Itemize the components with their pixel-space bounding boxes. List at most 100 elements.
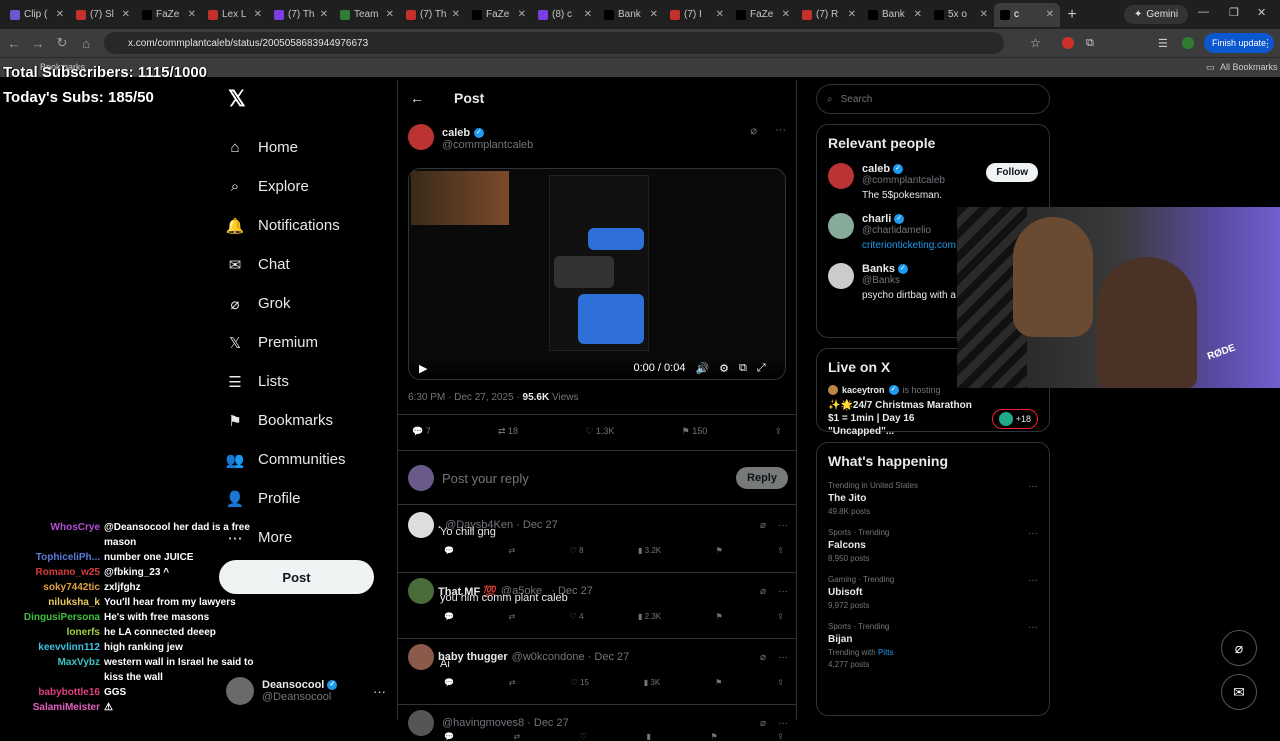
more-dots-icon[interactable]: ··· [373, 684, 386, 699]
reply-icon[interactable]: 💬 [444, 546, 454, 555]
avatar[interactable] [408, 710, 434, 736]
person-caleb[interactable]: caleb ✓ @commplantcaleb The 5$pokesman. Fol… [828, 163, 1038, 201]
like-action[interactable]: ♡ 4 [570, 612, 584, 621]
more-dots-icon[interactable]: ··· [778, 652, 788, 663]
share-icon[interactable]: ⇪ [774, 426, 782, 437]
bookmark-icon[interactable]: ⚑ [716, 546, 723, 555]
home-browser-icon[interactable]: ⌂ [74, 36, 98, 51]
close-window-icon[interactable]: ✕ [1257, 6, 1266, 19]
author-handle[interactable]: @commplantcaleb [442, 139, 533, 151]
puzzle-icon[interactable]: ⧉ [1086, 37, 1094, 50]
avatar[interactable] [408, 512, 434, 538]
views-action[interactable]: ▮ 3K [644, 678, 660, 687]
restore-icon[interactable]: ❐ [1229, 6, 1239, 19]
browser-tab[interactable]: (7) I ✕ [664, 3, 730, 27]
gear-icon[interactable]: ⚙ [719, 362, 729, 375]
play-icon[interactable]: ▶ [419, 362, 427, 375]
close-tab-icon[interactable]: ✕ [980, 9, 988, 20]
star-icon[interactable]: ☆ [1030, 36, 1041, 50]
more-dots-icon[interactable]: ··· [1028, 575, 1038, 610]
sidepanel-icon[interactable]: ☰ [1158, 37, 1168, 50]
browser-tab[interactable]: Clip (✕ [4, 3, 70, 27]
close-tab-icon[interactable]: ✕ [320, 9, 328, 20]
more-dots-icon[interactable]: ··· [778, 718, 788, 729]
reply-icon[interactable]: 💬 [444, 732, 454, 741]
close-tab-icon[interactable]: ✕ [1046, 9, 1054, 20]
like-action[interactable]: ♡ 15 [571, 678, 589, 687]
avatar[interactable] [408, 644, 434, 670]
more-dots-icon[interactable]: ··· [778, 520, 788, 531]
browser-tab[interactable]: FaZe ✕ [730, 3, 796, 27]
reply-icon[interactable]: 💬 [444, 678, 454, 687]
volume-icon[interactable]: 🔊 [695, 362, 709, 375]
browser-tab[interactable]: FaZe ✕ [136, 3, 202, 27]
repost-icon[interactable]: ⇄ [508, 612, 515, 621]
avatar[interactable] [1182, 37, 1194, 49]
share-icon[interactable]: ⇪ [777, 612, 784, 621]
back-arrow-icon[interactable]: ← [410, 90, 424, 106]
reply-action[interactable]: 💬 7 [412, 426, 431, 437]
reload-icon[interactable]: ↻ [50, 35, 74, 51]
close-tab-icon[interactable]: ✕ [254, 9, 262, 20]
trend-item[interactable]: Sports · Trending Bijan Trending with Pitt… [828, 622, 1038, 669]
nav-item-lists[interactable]: ☰ Lists [226, 362, 396, 401]
more-dots-icon[interactable]: ··· [1028, 528, 1038, 563]
follow-button[interactable]: Follow [986, 163, 1038, 182]
grok-icon[interactable]: ⌀ [760, 718, 766, 729]
close-tab-icon[interactable]: ✕ [650, 9, 658, 20]
nav-item-home[interactable]: ⌂ Home [226, 128, 396, 167]
nav-item-explore[interactable]: ⌕ Explore [226, 167, 396, 206]
bookmark-icon[interactable]: ⚑ [716, 612, 723, 621]
browser-tab[interactable]: (7) Th ✕ [400, 3, 466, 27]
views-action[interactable]: ▮ [647, 732, 651, 741]
repost-icon[interactable]: ⇄ [509, 678, 516, 687]
grok-icon[interactable]: ⌀ [760, 652, 766, 663]
close-tab-icon[interactable]: ✕ [56, 9, 64, 20]
reply-handle[interactable]: @w0kcondone · Dec 27 [512, 651, 630, 663]
close-tab-icon[interactable]: ✕ [518, 9, 526, 20]
reply-post[interactable]: . @Daysb4Ken · Dec 27 ⌀ ··· Yo chill gng 💬 ⇄ ♡ … [408, 512, 788, 555]
avatar[interactable] [828, 213, 854, 239]
author-name[interactable]: caleb [442, 127, 470, 139]
reply-input[interactable]: Post your reply [442, 471, 529, 486]
bookmark-icon[interactable]: ⚑ [711, 732, 718, 741]
extension-icon[interactable] [1062, 37, 1074, 49]
nav-item-chat[interactable]: ✉ Chat [226, 245, 396, 284]
close-tab-icon[interactable]: ✕ [386, 9, 394, 20]
reply-handle[interactable]: @havingmoves8 · Dec 27 [442, 717, 569, 729]
like-action[interactable]: ♡ 1.3K [585, 426, 614, 437]
avatar[interactable] [408, 124, 434, 150]
avatar[interactable] [408, 578, 434, 604]
reply-post[interactable]: That MF 💯 @a5oke_ · Dec 27 ⌀ ··· you him com… [408, 578, 788, 621]
avatar[interactable] [828, 263, 854, 289]
more-dots-icon[interactable]: ··· [778, 586, 788, 597]
new-tab-icon[interactable]: + [1060, 6, 1084, 24]
bookmark-icon[interactable]: ⚑ [715, 678, 722, 687]
grok-icon[interactable]: ⌀ [750, 124, 757, 137]
views-action[interactable]: ▮ 2.3K [638, 612, 661, 621]
views-action[interactable]: ▮ 3.2K [638, 546, 661, 555]
reply-post[interactable]: @havingmoves8 · Dec 27 ⌀ ··· 💬 ⇄ ♡ ▮ ⚑ ⇪ [408, 710, 788, 741]
browser-tab[interactable]: Bank ✕ [862, 3, 928, 27]
reply-button[interactable]: Reply [736, 467, 788, 489]
fullscreen-icon[interactable]: ⤢ [757, 362, 766, 375]
nav-item-premium[interactable]: 𝕏 Premium [226, 323, 396, 362]
like-action[interactable]: ♡ 8 [570, 546, 584, 555]
browser-tab[interactable]: (7) Sl ✕ [70, 3, 136, 27]
browser-tab[interactable]: (7) Th ✕ [268, 3, 334, 27]
trend-item[interactable]: Sports · Trending Falcons 8,950 posts ··· [828, 528, 1038, 563]
repost-action[interactable]: ⇄ 18 [498, 426, 518, 437]
live-listeners[interactable]: +18 [991, 408, 1038, 429]
browser-tab[interactable]: FaZe ✕ [466, 3, 532, 27]
minimize-icon[interactable]: — [1198, 6, 1209, 18]
pip-icon[interactable]: ⧉ [739, 362, 747, 375]
messages-float-icon[interactable]: ✉ [1221, 674, 1257, 710]
nav-item-notifications[interactable]: 🔔 Notifications [226, 206, 396, 245]
forward-icon[interactable]: → [26, 36, 50, 51]
reply-icon[interactable]: 💬 [444, 612, 454, 621]
search-input[interactable]: ⌕ Search [816, 84, 1050, 114]
more-dots-icon[interactable]: ··· [1028, 622, 1038, 669]
repost-icon[interactable]: ⇄ [514, 732, 521, 741]
reply-post[interactable]: baby thugger @w0kcondone · Dec 27 ⌀ ··· Ai 💬 ⇄… [408, 644, 788, 687]
share-icon[interactable]: ⇪ [777, 732, 784, 741]
